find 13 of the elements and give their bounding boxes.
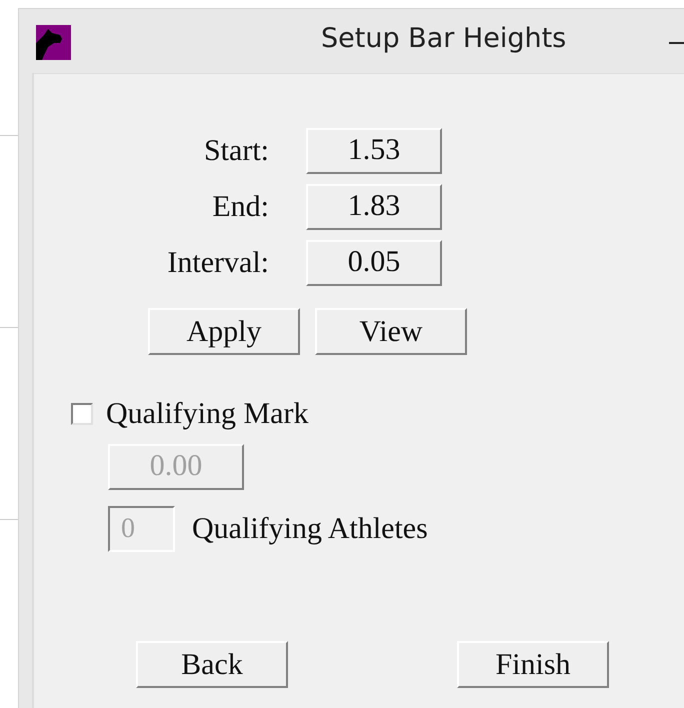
action-button[interactable]: View <box>315 308 467 355</box>
field-label: Start: <box>203 134 269 168</box>
field-label: Qualifying Athletes <box>192 512 428 546</box>
window-title: Setup Bar Heights <box>321 23 566 54</box>
value-field[interactable]: 1.53 <box>306 128 442 174</box>
finish-button[interactable]: Finish <box>457 641 609 688</box>
value-field[interactable]: 1.83 <box>306 184 442 230</box>
action-button[interactable]: Apply <box>148 308 300 355</box>
value-field[interactable]: 0.05 <box>306 240 442 286</box>
app-icon <box>36 25 71 60</box>
field-label: Interval: <box>166 246 269 280</box>
back-button[interactable]: Back <box>136 641 288 688</box>
field-label: End: <box>211 190 269 224</box>
